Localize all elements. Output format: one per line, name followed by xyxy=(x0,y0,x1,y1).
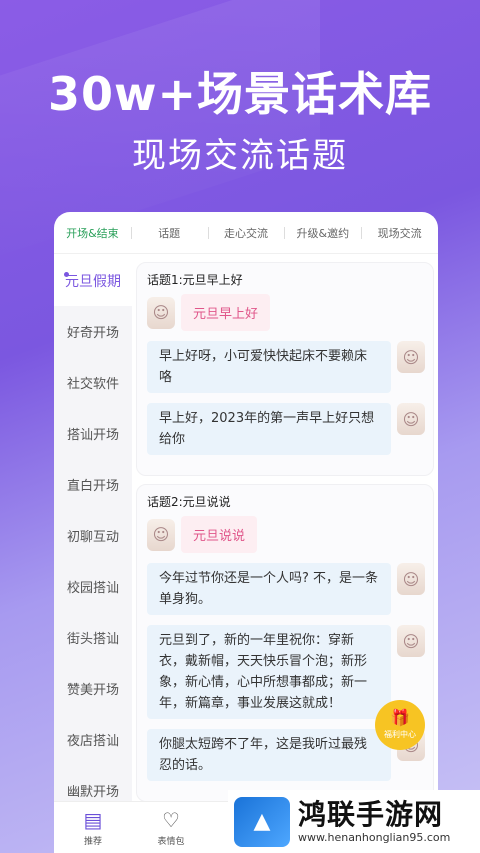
topic-card: 话题2:元旦说说 ☺ 元旦说说 今年过节你还是一个人吗? 不，是一条单身狗。 ☺… xyxy=(136,484,434,801)
answer-row: 今年过节你还是一个人吗? 不，是一条单身狗。 ☺ xyxy=(147,563,425,615)
promo-subtitle: 现场交流话题 xyxy=(132,136,348,176)
male-avatar: ☺ xyxy=(397,341,425,373)
sidebar-item-social-apps[interactable]: 社交软件 xyxy=(54,357,132,408)
sidebar-item-curious-opening[interactable]: 好奇开场 xyxy=(54,306,132,357)
sidebar-item-compliment-opening[interactable]: 赞美开场 xyxy=(54,663,132,714)
sidebar-item-campus-pickup[interactable]: 校园搭讪 xyxy=(54,561,132,612)
sidebar: 元旦假期 好奇开场 社交软件 搭讪开场 直白开场 初聊互动 校园搭讪 街头搭讪 … xyxy=(54,255,132,801)
user-heart-icon: ♡ xyxy=(162,807,180,832)
sidebar-item-new-year-holiday[interactable]: 元旦假期 xyxy=(54,255,132,306)
answer-bubble[interactable]: 你腿太短跨不了年，这是我听过最残忍的话。 xyxy=(147,729,391,781)
topic-card: 话题1:元旦早上好 ☺ 元旦早上好 早上好呀，小可爱快快起床不要赖床咯 ☺ 早上… xyxy=(136,262,434,476)
category-tabs: 开场&结束 话题 走心交流 升级&邀约 现场交流 xyxy=(54,212,438,254)
welfare-center-button[interactable]: 🎁 福利中心 xyxy=(375,700,425,750)
tab-opening-ending[interactable]: 开场&结束 xyxy=(54,225,131,241)
question-bubble[interactable]: 元旦早上好 xyxy=(181,294,271,331)
list-icon: ▤ xyxy=(83,807,103,832)
topic-title: 话题2:元旦说说 xyxy=(147,495,231,509)
watermark-name: 鸿联手游网 xyxy=(298,798,444,831)
app-screen: 开场&结束 话题 走心交流 升级&邀约 现场交流 元旦假期 好奇开场 社交软件 … xyxy=(54,212,438,853)
question-row: ☺ 元旦早上好 xyxy=(147,294,425,331)
sidebar-item-direct-opening[interactable]: 直白开场 xyxy=(54,459,132,510)
answer-row: 早上好呀，小可爱快快起床不要赖床咯 ☺ xyxy=(147,341,425,393)
female-avatar: ☺ xyxy=(147,296,175,329)
question-row: ☺ 元旦说说 xyxy=(147,516,425,553)
answer-bubble[interactable]: 今年过节你还是一个人吗? 不，是一条单身狗。 xyxy=(147,563,391,615)
topic-title: 话题1:元旦早上好 xyxy=(147,273,243,287)
male-avatar: ☺ xyxy=(397,563,425,595)
sidebar-item-pickup-opening[interactable]: 搭讪开场 xyxy=(54,408,132,459)
answer-bubble[interactable]: 早上好呀，小可爱快快起床不要赖床咯 xyxy=(147,341,391,393)
answer-bubble[interactable]: 元旦到了，新的一年里祝你：穿新衣，戴新帽，天天快乐冒个泡；新形象，新心情，心中所… xyxy=(147,625,391,719)
nav-label: 推荐 xyxy=(83,836,102,847)
male-avatar: ☺ xyxy=(397,403,425,435)
answer-bubble[interactable]: 早上好，2023年的第一声早上好只想给你 xyxy=(147,403,391,455)
nav-label: 表情包 xyxy=(157,836,185,847)
question-bubble[interactable]: 元旦说说 xyxy=(181,516,258,553)
tab-heartfelt[interactable]: 走心交流 xyxy=(207,225,285,241)
female-avatar: ☺ xyxy=(147,518,175,551)
nav-stickers[interactable]: ♡ 表情包 xyxy=(132,802,210,853)
male-avatar: ☺ xyxy=(397,625,425,657)
tab-upgrade-invite[interactable]: 升级&邀约 xyxy=(284,225,361,241)
promo-title: 30w+场景话术库 xyxy=(47,67,433,121)
watermark-url: www.henanhonglian95.com xyxy=(298,831,451,844)
sidebar-item-street-pickup[interactable]: 街头搭讪 xyxy=(54,612,132,663)
tab-topics[interactable]: 话题 xyxy=(130,225,208,241)
sidebar-item-first-chat[interactable]: 初聊互动 xyxy=(54,510,132,561)
nav-recommend[interactable]: ▤ 推荐 xyxy=(54,802,132,853)
watermark: ▲ 鸿联手游网 www.henanhonglian95.com xyxy=(228,790,480,853)
tab-live-chat[interactable]: 现场交流 xyxy=(361,225,438,241)
answer-row: 早上好，2023年的第一声早上好只想给你 ☺ xyxy=(147,403,425,455)
welfare-center-label: 福利中心 xyxy=(384,730,416,739)
sidebar-item-nightclub-pickup[interactable]: 夜店搭讪 xyxy=(54,714,132,765)
gift-icon: 🎁 xyxy=(390,708,410,727)
watermark-logo-icon: ▲ xyxy=(234,796,290,847)
